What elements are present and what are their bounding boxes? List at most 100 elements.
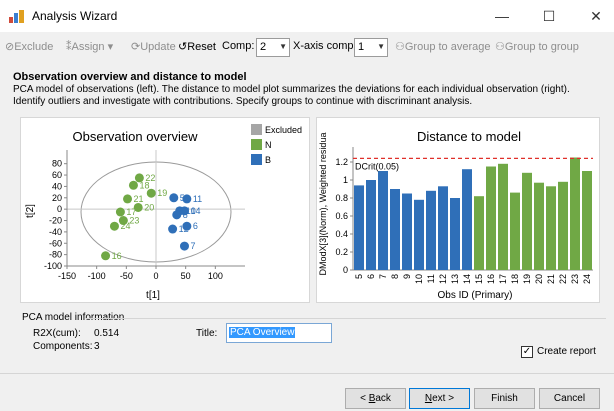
y-tick-label: 0.8	[335, 193, 348, 203]
components-label: Components:	[33, 341, 93, 352]
point-label: 19	[157, 188, 167, 198]
cancel-button[interactable]: Cancel	[539, 388, 600, 409]
legend-label: Excluded	[265, 125, 302, 135]
point-label: 20	[144, 202, 154, 212]
reset-icon: ↺	[178, 41, 188, 53]
x-tick-label: -150	[58, 271, 76, 281]
divider	[86, 318, 606, 319]
assign-button[interactable]: ⁑Assign ▾	[66, 40, 113, 53]
bar	[546, 186, 556, 270]
app-icon	[9, 10, 24, 23]
create-report-checkbox[interactable]: ✓	[521, 346, 533, 358]
scatter-point	[169, 193, 179, 203]
bar	[498, 163, 508, 270]
next-button[interactable]: Next >	[409, 388, 470, 409]
reset-label: Reset	[187, 41, 216, 53]
y-tick-label: 80	[52, 159, 62, 169]
x-tick-label: 21	[546, 274, 556, 284]
bar	[558, 181, 568, 270]
y-tick-label: 0.4	[335, 229, 348, 239]
scatter-point	[182, 221, 192, 231]
chevron-down-icon: ▼	[377, 42, 385, 51]
bar	[570, 157, 580, 270]
exclude-icon: ⊘	[5, 41, 15, 53]
point-label: 14	[190, 206, 200, 216]
bar	[414, 199, 424, 270]
next-rest: ext >	[432, 393, 455, 404]
legend-label: B	[265, 155, 271, 165]
group-to-group-button[interactable]: ⚇Group to group	[495, 40, 579, 53]
y-tick-label: -80	[49, 250, 62, 260]
window-title: Analysis Wizard	[32, 9, 118, 23]
bar	[438, 186, 448, 270]
comp-label: Comp:	[222, 40, 255, 52]
bar-plot: Distance to model Obs ID (Primary) DModX…	[318, 129, 593, 301]
y-tick-label: 1	[343, 175, 348, 185]
distance-to-model-chart[interactable]: Distance to model Obs ID (Primary) DModX…	[316, 117, 600, 303]
close-button[interactable]: ✕	[578, 4, 614, 28]
y-tick-label: 60	[52, 170, 62, 180]
x-tick-label: 12	[438, 274, 448, 284]
group-to-average-button[interactable]: ⚇Group to average	[395, 40, 491, 53]
minimize-button[interactable]: —	[484, 4, 520, 28]
legend-label: N	[265, 140, 272, 150]
assign-label: Assign	[71, 41, 105, 53]
y-tick-label: -100	[44, 261, 62, 271]
title-input[interactable]: PCA Overview	[226, 323, 332, 343]
bar	[450, 198, 460, 270]
bar	[522, 172, 532, 270]
legend-swatch	[251, 154, 262, 165]
components-value: 3	[94, 341, 100, 352]
update-button[interactable]: ⟳Update	[131, 40, 176, 53]
x-tick-label: 100	[208, 271, 223, 281]
exclude-button[interactable]: ⊘Exclude	[5, 40, 53, 53]
point-label: 24	[120, 221, 130, 231]
r2x-value: 0.514	[94, 328, 120, 339]
x-tick-label: 9	[402, 274, 412, 279]
chevron-down-icon: ▾	[104, 41, 114, 53]
observation-overview-chart[interactable]: Observation overview t[1] t[2] 80 60 40 20 0…	[20, 117, 310, 303]
legend-swatch	[251, 124, 262, 135]
y-tick-label: 40	[52, 181, 62, 191]
comp-select[interactable]: 2 ▼	[256, 38, 290, 57]
bar	[354, 185, 364, 270]
x-tick-label: 16	[486, 274, 496, 284]
y-tick-label: 0	[343, 265, 348, 275]
maximize-button[interactable]: ☐	[531, 4, 567, 28]
point-label: 7	[190, 241, 195, 251]
x-tick-label: 10	[414, 274, 424, 284]
back-lt: <	[360, 393, 369, 404]
y-tick-label: -20	[49, 216, 62, 226]
divider	[0, 373, 614, 374]
y-tick-label: 20	[52, 193, 62, 203]
x-tick-label: -50	[120, 271, 133, 281]
reset-button[interactable]: ↺Reset	[178, 40, 216, 53]
scatter-point	[101, 251, 111, 261]
x-tick-label: 0	[153, 271, 158, 281]
bar	[366, 180, 376, 270]
y-tick-label: 1.2	[335, 157, 348, 167]
x-tick-label: 19	[522, 274, 532, 284]
scatter-xlabel: t[1]	[146, 290, 160, 301]
finish-button[interactable]: Finish	[474, 388, 535, 409]
title-input-value: PCA Overview	[229, 327, 296, 338]
x-tick-label: 18	[510, 274, 520, 284]
point-label: 6	[193, 221, 198, 231]
exclude-label: Exclude	[14, 41, 54, 53]
point-label: 8	[183, 210, 188, 220]
x-tick-label: 24	[582, 274, 592, 284]
bar	[582, 171, 592, 270]
xaxis-comp-select[interactable]: 1 ▼	[354, 38, 388, 57]
bar	[534, 182, 544, 270]
bar-xlabel: Obs ID (Primary)	[438, 290, 513, 301]
bar-ylabel: DModX[3](Norm), Weighted residua	[318, 133, 328, 276]
chevron-down-icon: ▼	[279, 42, 287, 51]
group-icon: ⚇	[395, 41, 405, 53]
back-button[interactable]: < Back	[345, 388, 406, 409]
x-tick-label: 23	[570, 274, 580, 284]
point-label: 16	[112, 251, 122, 261]
r2x-label: R2X(cum):	[33, 328, 81, 339]
group-to-group-label: Group to group	[504, 41, 579, 53]
y-tick-label: -60	[49, 238, 62, 248]
toolbar: ⊘Exclude ⁑Assign ▾ ⟳Update ↺Reset Comp: …	[0, 32, 614, 62]
